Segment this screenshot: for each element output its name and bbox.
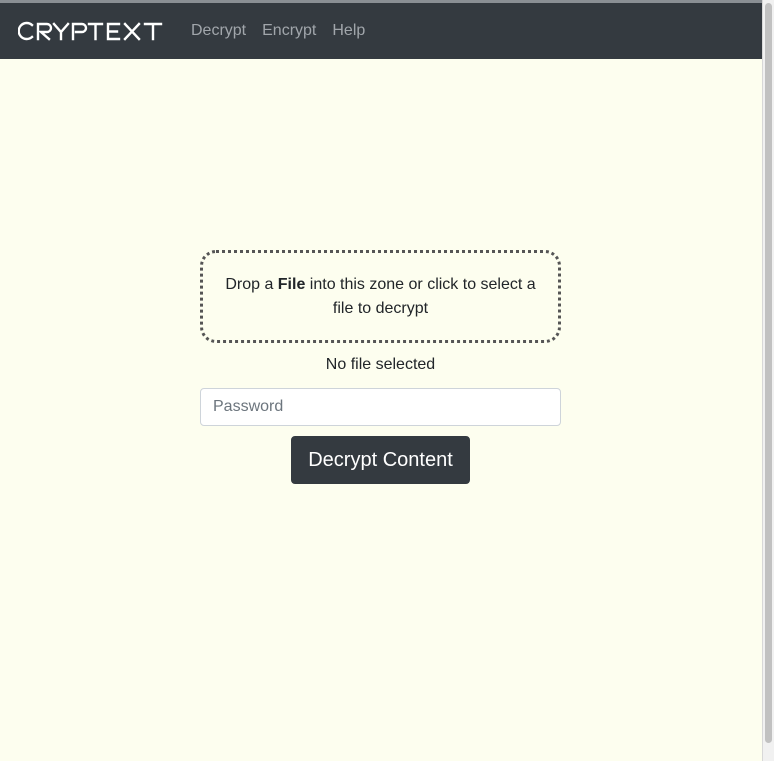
dropzone-bold-word: File <box>277 275 306 293</box>
file-status-text: No file selected <box>325 356 436 373</box>
brand-logo[interactable] <box>18 3 164 59</box>
scrollbar-thumb[interactable] <box>765 3 772 743</box>
vertical-scrollbar[interactable] <box>762 0 774 761</box>
nav-link-encrypt[interactable]: Encrypt <box>254 3 324 59</box>
password-input[interactable] <box>200 388 561 426</box>
nav-link-help[interactable]: Help <box>324 3 373 59</box>
nav-link-decrypt[interactable]: Decrypt <box>191 3 254 59</box>
cryptext-logo-icon <box>18 21 163 41</box>
main-content: Drop a File into this zone or click to s… <box>0 59 762 761</box>
dropzone-text: Drop a File into this zone or click to s… <box>225 275 536 317</box>
nav-links: Decrypt Encrypt Help <box>191 3 373 59</box>
decrypt-content-button[interactable]: Decrypt Content <box>291 436 470 484</box>
navbar: Decrypt Encrypt Help <box>0 3 762 59</box>
file-dropzone[interactable]: Drop a File into this zone or click to s… <box>200 250 561 343</box>
